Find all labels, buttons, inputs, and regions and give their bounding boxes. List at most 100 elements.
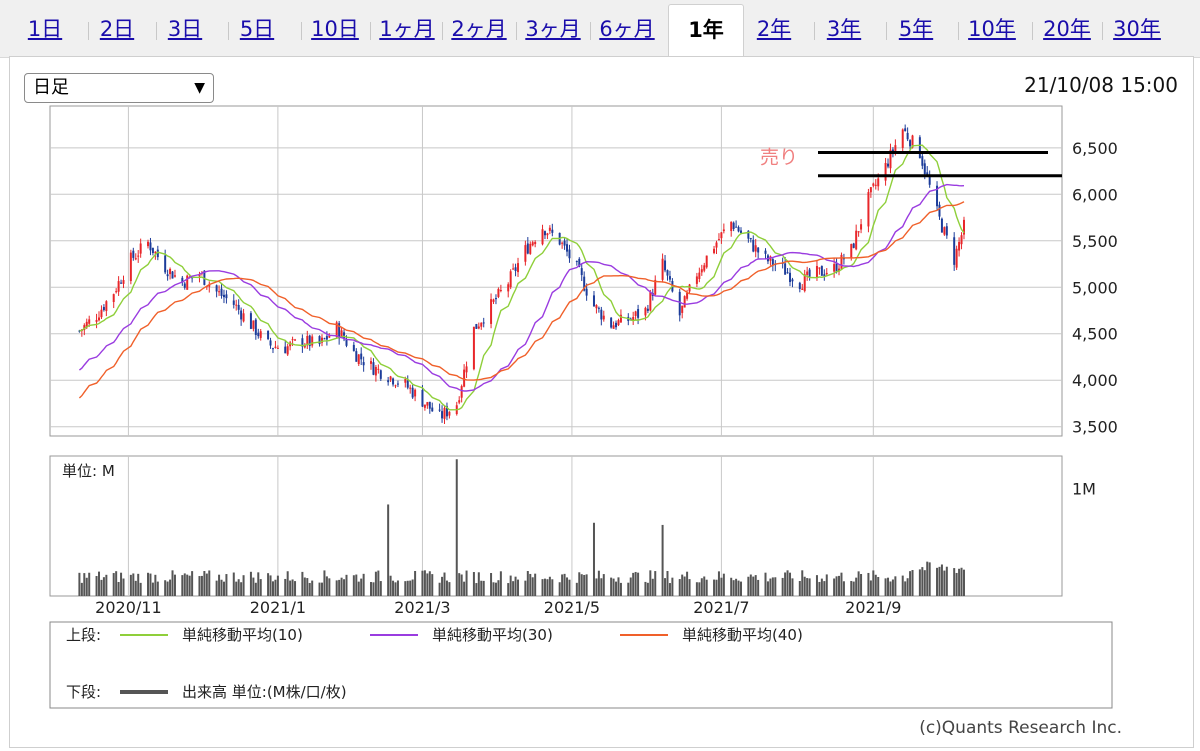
volume-bar: [806, 578, 809, 596]
volume-bar: [387, 504, 390, 596]
volume-bar: [137, 573, 140, 596]
volume-bar: [774, 577, 777, 596]
volume-bar: [688, 579, 691, 596]
candle-body: [514, 267, 517, 271]
candle-body: [242, 313, 245, 322]
volume-bar: [612, 578, 615, 596]
volume-bar: [740, 581, 743, 596]
volume-bar: [747, 576, 750, 596]
legend-item-volume: 出来高 単位:(M株/口/枚): [182, 683, 347, 701]
candle-body: [173, 275, 176, 277]
candle-body: [139, 243, 142, 254]
volume-bar: [117, 581, 120, 596]
volume-bar: [249, 571, 252, 596]
volume-bar: [360, 578, 363, 596]
volume-bar: [842, 581, 845, 596]
candle-body: [568, 249, 571, 259]
candle-body: [703, 265, 706, 271]
volume-bar: [632, 572, 635, 596]
candle-body: [818, 267, 821, 269]
volume-bar: [798, 580, 801, 596]
candle-body: [492, 299, 495, 302]
candle-body: [389, 376, 392, 380]
candle-body: [749, 238, 752, 240]
volume-bar: [423, 570, 426, 596]
volume-bar: [945, 566, 948, 596]
volume-bar: [666, 571, 669, 596]
volume-bar: [668, 583, 671, 596]
volume-bar: [943, 570, 946, 596]
candle-body: [852, 243, 855, 248]
volume-bar: [808, 578, 811, 596]
x-tick-label: 2021/3: [394, 598, 450, 617]
candle-body: [129, 252, 132, 282]
volume-bar: [803, 576, 806, 596]
volume-bar: [958, 568, 961, 596]
volume-bar: [678, 579, 681, 596]
x-tick-label: 2021/5: [544, 598, 600, 617]
volume-bar: [737, 580, 740, 596]
candle-body: [940, 218, 943, 233]
volume-bar: [499, 571, 502, 596]
candle-body: [392, 378, 395, 385]
candle-body: [698, 272, 701, 279]
volume-bar: [374, 571, 377, 596]
volume-bar: [494, 582, 497, 596]
candle-body: [232, 300, 235, 305]
candle-body: [134, 258, 137, 260]
volume-bar: [575, 582, 578, 596]
volume-bar: [722, 573, 725, 596]
volume-bar: [546, 579, 549, 596]
candle-body: [786, 272, 789, 274]
volume-bar: [595, 578, 598, 596]
candle-body: [235, 304, 238, 306]
candle-body: [254, 319, 257, 335]
volume-bar: [100, 579, 103, 596]
volume-bar: [524, 580, 527, 596]
volume-bar: [328, 578, 331, 596]
candle-body: [421, 389, 424, 407]
candle-body: [369, 361, 372, 364]
candle-body: [531, 242, 534, 246]
candle-body: [507, 284, 510, 292]
candle-body: [215, 285, 218, 292]
candle-body: [120, 282, 123, 284]
volume-bar: [911, 570, 914, 596]
volume-bar: [583, 574, 586, 596]
candle-body: [737, 227, 740, 232]
candle-body: [267, 330, 270, 340]
candle-body: [661, 258, 664, 280]
candle-body: [803, 274, 806, 292]
volume-bar: [563, 573, 566, 596]
candle-body: [465, 366, 468, 373]
volume-bar: [340, 577, 343, 596]
volume-bar: [240, 582, 243, 596]
candle-body: [543, 231, 546, 236]
volume-bar: [409, 580, 412, 596]
volume-bar: [551, 579, 554, 596]
candle-body: [904, 128, 907, 132]
volume-bar: [428, 571, 431, 596]
volume-bar: [421, 570, 424, 596]
volume-bar: [139, 582, 142, 596]
volume-bar: [884, 578, 887, 596]
candle-body: [490, 299, 493, 324]
volume-bar: [95, 576, 98, 596]
volume-bar: [735, 578, 738, 596]
volume-bar: [644, 581, 647, 596]
volume-bar: [857, 571, 860, 596]
candle-body: [806, 271, 809, 275]
candle-body: [634, 311, 637, 316]
volume-bar: [301, 571, 304, 596]
candle-body: [938, 204, 941, 217]
candle-body: [259, 331, 262, 338]
candle-body: [237, 304, 240, 310]
candle-body: [480, 322, 483, 327]
candle-body: [575, 261, 578, 263]
volume-bar: [610, 577, 613, 596]
volume-bar: [151, 582, 154, 596]
volume-bar: [771, 577, 774, 596]
candle-body: [497, 288, 500, 297]
volume-bar: [134, 580, 137, 596]
volume-bar: [936, 567, 939, 596]
